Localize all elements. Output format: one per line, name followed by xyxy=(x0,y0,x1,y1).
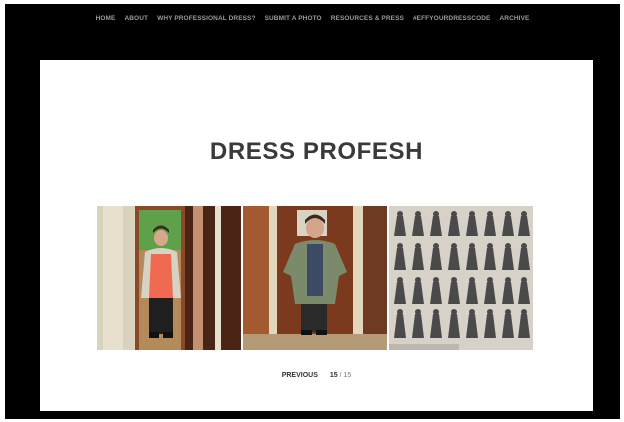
current-page-number: 15 xyxy=(329,372,338,379)
content-card: DRESS PROFESH PREVIOUS 15 / 15 xyxy=(40,60,593,411)
photo-woman-green-cardigan[interactable] xyxy=(243,206,387,350)
pagination: PREVIOUS 15 / 15 xyxy=(40,372,593,379)
nav-item-archive[interactable]: ARCHIVE xyxy=(499,13,529,25)
nav-item-about[interactable]: ABOUT xyxy=(124,13,148,25)
page-frame: HOME ABOUT WHY PROFESSIONAL DRESS? SUBMI… xyxy=(5,4,620,419)
nav-item-resources-and-press[interactable]: RESOURCES & PRESS xyxy=(331,13,404,25)
page-separator: / xyxy=(339,372,342,379)
nav-item-why-professional-dress[interactable]: WHY PROFESSIONAL DRESS? xyxy=(157,13,256,25)
top-navigation: HOME ABOUT WHY PROFESSIONAL DRESS? SUBMI… xyxy=(5,13,620,25)
nav-item-effyourdresscode[interactable]: #EFFYOURDRESSCODE xyxy=(413,13,491,25)
nav-item-submit-a-photo[interactable]: SUBMIT A PHOTO xyxy=(265,13,322,25)
nav-item-home[interactable]: HOME xyxy=(96,13,116,25)
total-pages: 15 xyxy=(343,372,352,379)
previous-page-link[interactable]: PREVIOUS xyxy=(282,372,318,379)
photo-woman-coral-top[interactable] xyxy=(97,206,241,350)
photo-historical-costume-engraving[interactable] xyxy=(389,206,533,350)
site-title[interactable]: DRESS PROFESH xyxy=(40,138,593,166)
photo-gallery xyxy=(97,206,534,350)
